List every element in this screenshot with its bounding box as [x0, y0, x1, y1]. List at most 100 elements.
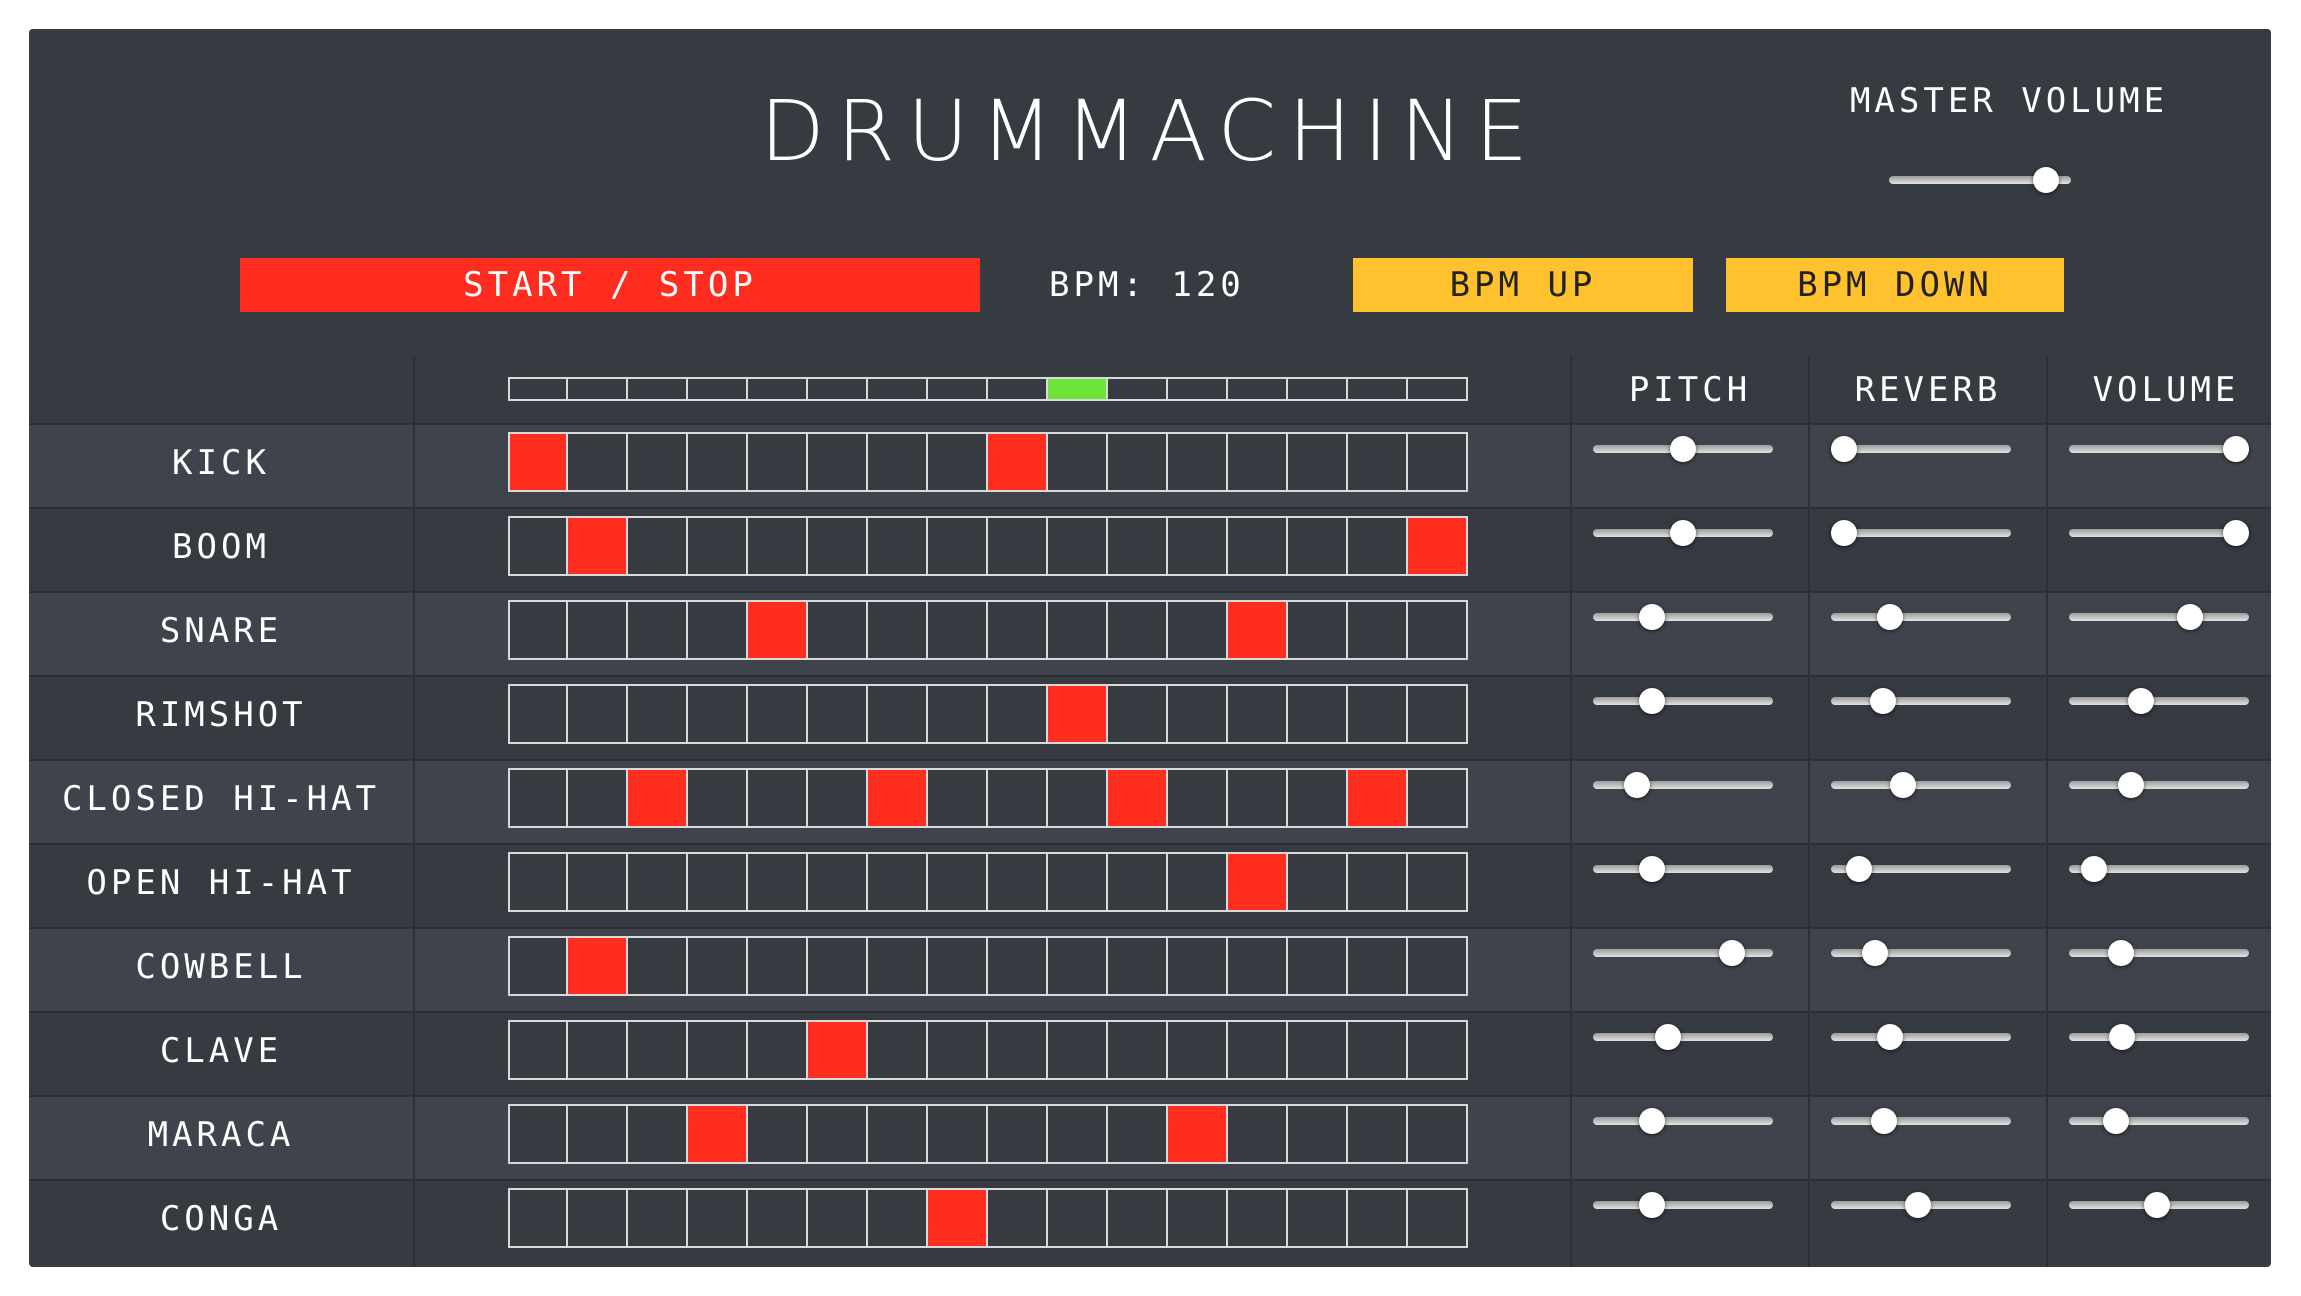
volume-slider[interactable]	[2069, 688, 2249, 714]
step-pad[interactable]	[748, 1104, 808, 1164]
step-pad[interactable]	[1288, 600, 1348, 660]
step-pad-active[interactable]	[1348, 768, 1408, 828]
volume-slider-thumb[interactable]	[2109, 1024, 2136, 1050]
step-pad[interactable]	[868, 516, 928, 576]
step-pad[interactable]	[1108, 1188, 1168, 1248]
volume-slider-thumb[interactable]	[2223, 436, 2249, 462]
step-pad[interactable]	[988, 600, 1048, 660]
step-pad[interactable]	[1228, 1020, 1288, 1080]
step-pad[interactable]	[1168, 432, 1228, 492]
step-pad[interactable]	[568, 432, 628, 492]
step-pad[interactable]	[1348, 936, 1408, 996]
pitch-slider[interactable]	[1593, 1024, 1773, 1050]
reverb-slider[interactable]	[1831, 1108, 2011, 1134]
step-pad[interactable]	[808, 432, 868, 492]
reverb-slider[interactable]	[1831, 856, 2011, 882]
step-pad[interactable]	[1048, 1104, 1108, 1164]
step-pad[interactable]	[1048, 600, 1108, 660]
pitch-slider[interactable]	[1593, 856, 1773, 882]
step-pad[interactable]	[1228, 684, 1288, 744]
pitch-slider-thumb[interactable]	[1639, 688, 1666, 714]
step-pad-active[interactable]	[1228, 852, 1288, 912]
volume-slider[interactable]	[2069, 1024, 2249, 1050]
step-pad[interactable]	[508, 936, 568, 996]
step-pad[interactable]	[628, 516, 688, 576]
step-pad[interactable]	[1168, 1020, 1228, 1080]
step-pad[interactable]	[1288, 1020, 1348, 1080]
step-pad[interactable]	[1348, 684, 1408, 744]
pitch-slider-thumb[interactable]	[1639, 1192, 1666, 1218]
step-pad[interactable]	[1288, 1104, 1348, 1164]
reverb-slider-thumb[interactable]	[1861, 940, 1888, 966]
step-pad[interactable]	[1108, 516, 1168, 576]
volume-slider-thumb[interactable]	[2223, 520, 2249, 546]
step-pad[interactable]	[1168, 936, 1228, 996]
volume-slider-thumb[interactable]	[2118, 772, 2145, 798]
step-pad[interactable]	[868, 1104, 928, 1164]
volume-slider[interactable]	[2069, 940, 2249, 966]
step-pad[interactable]	[1288, 936, 1348, 996]
step-pad[interactable]	[508, 1188, 568, 1248]
step-pad[interactable]	[568, 768, 628, 828]
step-pad[interactable]	[988, 852, 1048, 912]
volume-slider-thumb[interactable]	[2127, 688, 2154, 714]
step-pad[interactable]	[868, 432, 928, 492]
step-pad[interactable]	[988, 684, 1048, 744]
pitch-slider-thumb[interactable]	[1623, 772, 1650, 798]
volume-slider[interactable]	[2069, 520, 2249, 546]
step-pad[interactable]	[808, 684, 868, 744]
step-pad[interactable]	[688, 516, 748, 576]
step-pad[interactable]	[688, 936, 748, 996]
step-pad[interactable]	[1228, 1188, 1288, 1248]
volume-slider-thumb[interactable]	[2107, 940, 2134, 966]
reverb-slider[interactable]	[1831, 520, 2011, 546]
step-pad-active[interactable]	[928, 1188, 988, 1248]
pitch-slider-thumb[interactable]	[1639, 604, 1666, 630]
step-pad[interactable]	[1048, 516, 1108, 576]
step-pad[interactable]	[1348, 1188, 1408, 1248]
step-pad[interactable]	[1108, 684, 1168, 744]
step-pad[interactable]	[868, 684, 928, 744]
step-pad[interactable]	[808, 852, 868, 912]
reverb-slider[interactable]	[1831, 940, 2011, 966]
step-pad[interactable]	[1108, 936, 1168, 996]
step-pad[interactable]	[1408, 1188, 1468, 1248]
step-pad[interactable]	[808, 516, 868, 576]
pitch-slider[interactable]	[1593, 520, 1773, 546]
pitch-slider[interactable]	[1593, 940, 1773, 966]
step-pad[interactable]	[628, 432, 688, 492]
step-pad[interactable]	[1288, 516, 1348, 576]
step-pad[interactable]	[688, 600, 748, 660]
step-pad[interactable]	[928, 936, 988, 996]
master-volume-thumb[interactable]	[2032, 167, 2059, 193]
step-pad[interactable]	[688, 1020, 748, 1080]
step-pad[interactable]	[1108, 1020, 1168, 1080]
step-pad[interactable]	[1408, 1020, 1468, 1080]
step-pad[interactable]	[568, 1188, 628, 1248]
step-pad[interactable]	[928, 600, 988, 660]
volume-slider[interactable]	[2069, 772, 2249, 798]
pitch-slider[interactable]	[1593, 1108, 1773, 1134]
step-pad[interactable]	[1108, 1104, 1168, 1164]
bpm-up-button[interactable]: BPM UP	[1353, 258, 1693, 312]
reverb-slider-thumb[interactable]	[1869, 688, 1896, 714]
step-pad[interactable]	[1048, 768, 1108, 828]
step-pad[interactable]	[508, 1104, 568, 1164]
step-pad[interactable]	[1348, 1104, 1408, 1164]
step-pad[interactable]	[568, 1104, 628, 1164]
step-pad[interactable]	[1228, 936, 1288, 996]
bpm-down-button[interactable]: BPM DOWN	[1726, 258, 2064, 312]
reverb-slider[interactable]	[1831, 436, 2011, 462]
step-pad[interactable]	[808, 936, 868, 996]
volume-slider[interactable]	[2069, 1108, 2249, 1134]
step-pad-active[interactable]	[1408, 516, 1468, 576]
step-pad[interactable]	[1168, 516, 1228, 576]
step-pad-active[interactable]	[1228, 600, 1288, 660]
step-pad[interactable]	[1408, 684, 1468, 744]
step-pad[interactable]	[1048, 432, 1108, 492]
step-pad[interactable]	[988, 768, 1048, 828]
step-pad-active[interactable]	[868, 768, 928, 828]
step-pad[interactable]	[688, 768, 748, 828]
step-pad[interactable]	[1288, 1188, 1348, 1248]
step-pad[interactable]	[508, 600, 568, 660]
